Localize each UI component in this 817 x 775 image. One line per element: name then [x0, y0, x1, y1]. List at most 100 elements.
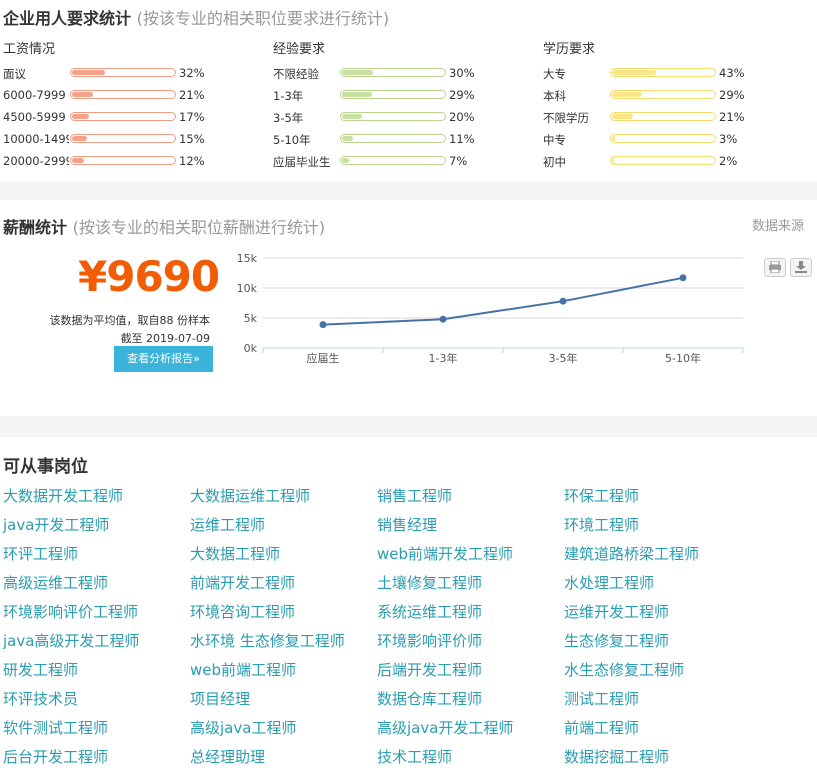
- requirement-percent: 20%: [449, 110, 475, 124]
- requirement-column: 学历要求 大专 43% 本科 29% 不限学历 21% 中专 3% 初中 2%: [543, 38, 803, 174]
- job-link[interactable]: 环评技术员: [3, 688, 190, 717]
- requirement-bar-fill: [342, 92, 372, 97]
- job-link[interactable]: 高级java工程师: [190, 717, 377, 746]
- job-link[interactable]: 数据挖掘工程师: [564, 746, 751, 775]
- requirement-percent: 11%: [449, 132, 475, 146]
- job-link[interactable]: 环评工程师: [3, 543, 190, 572]
- requirement-label: 面议: [3, 67, 26, 81]
- requirement-bar: [340, 156, 446, 165]
- requirement-row: 不限学历 21%: [543, 108, 803, 130]
- requirement-label: 中专: [543, 133, 566, 147]
- requirement-percent: 21%: [179, 88, 205, 102]
- requirement-column-header: 学历要求: [543, 42, 596, 57]
- job-link[interactable]: 数据仓库工程师: [377, 688, 564, 717]
- job-link[interactable]: 大数据开发工程师: [3, 485, 190, 514]
- requirement-percent: 12%: [179, 154, 205, 168]
- job-link[interactable]: 水环境 生态修复工程师: [190, 630, 377, 659]
- requirements-title-text: 企业用人要求统计: [3, 9, 132, 28]
- salary-data-point: [319, 321, 327, 329]
- download-icon[interactable]: [790, 258, 812, 277]
- requirement-bar: [610, 156, 716, 165]
- job-link[interactable]: 销售工程师: [377, 485, 564, 514]
- requirement-label: 3-5年: [273, 111, 304, 125]
- job-link[interactable]: 大数据运维工程师: [190, 485, 377, 514]
- data-source-link[interactable]: 数据来源: [752, 215, 804, 234]
- requirements-subtitle: (按该专业的相关职位要求进行统计): [136, 9, 390, 28]
- job-link[interactable]: 研发工程师: [3, 659, 190, 688]
- requirement-bar: [70, 134, 176, 143]
- job-link[interactable]: 土壤修复工程师: [377, 572, 564, 601]
- requirements-section: 企业用人要求统计 (按该专业的相关职位要求进行统计) 工资情况 面议 32% 6000…: [0, 0, 817, 181]
- section-divider: [0, 181, 817, 200]
- requirement-label: 应届毕业生: [273, 155, 331, 169]
- job-link[interactable]: 销售经理: [377, 514, 564, 543]
- requirement-percent: 29%: [719, 88, 745, 102]
- job-link[interactable]: 生态修复工程师: [564, 630, 751, 659]
- requirement-row: 1-3年 29%: [273, 86, 533, 108]
- requirement-percent: 29%: [449, 88, 475, 102]
- job-link[interactable]: 高级java开发工程师: [377, 717, 564, 746]
- requirement-row: 5-10年 11%: [273, 130, 533, 152]
- section-divider-2: [0, 416, 817, 437]
- salary-data-point: [439, 315, 447, 323]
- requirement-bar-fill: [72, 92, 94, 97]
- requirement-row: 不限经验 30%: [273, 64, 533, 86]
- view-report-button[interactable]: 查看分析报告»: [114, 346, 213, 372]
- job-link[interactable]: 大数据工程师: [190, 543, 377, 572]
- requirement-percent: 30%: [449, 66, 475, 80]
- job-link[interactable]: 环境影响评价师: [377, 630, 564, 659]
- requirement-label: 初中: [543, 155, 566, 169]
- job-link[interactable]: 总经理助理: [190, 746, 377, 775]
- job-link[interactable]: 项目经理: [190, 688, 377, 717]
- job-link[interactable]: 水生态修复工程师: [564, 659, 751, 688]
- jobs-grid: 大数据开发工程师 大数据运维工程师 销售工程师 环保工程师 java开发工程师 运维工程师…: [3, 485, 815, 775]
- job-link[interactable]: 运维开发工程师: [564, 601, 751, 630]
- requirement-bar: [70, 112, 176, 121]
- requirement-label: 20000-29999: [3, 154, 69, 168]
- y-tick-label: 15k: [237, 252, 258, 265]
- job-link[interactable]: 环保工程师: [564, 485, 751, 514]
- job-link[interactable]: 前端开发工程师: [190, 572, 377, 601]
- requirement-bar-fill: [72, 158, 85, 163]
- job-link[interactable]: 水处理工程师: [564, 572, 751, 601]
- job-link[interactable]: 后端开发工程师: [377, 659, 564, 688]
- jobs-section: 可从事岗位 大数据开发工程师 大数据运维工程师 销售工程师 环保工程师 java开发工程…: [0, 437, 817, 772]
- requirement-row: 10000-14999 15%: [3, 130, 263, 152]
- average-salary: ¥9690: [78, 252, 220, 301]
- requirement-column-header: 经验要求: [273, 42, 326, 57]
- job-link[interactable]: 运维工程师: [190, 514, 377, 543]
- requirement-bar: [340, 68, 446, 77]
- requirements-title: 企业用人要求统计 (按该专业的相关职位要求进行统计): [3, 5, 389, 29]
- job-link[interactable]: java开发工程师: [3, 514, 190, 543]
- requirement-bar: [610, 134, 716, 143]
- job-link[interactable]: 建筑道路桥梁工程师: [564, 543, 751, 572]
- salary-line-chart: 0k 5k 10k 15k 应届生 1-3年 3-5年 5-10年: [237, 252, 744, 365]
- job-link[interactable]: 测试工程师: [564, 688, 751, 717]
- requirement-bar-fill: [342, 136, 354, 141]
- job-link[interactable]: 环境影响评价工程师: [3, 601, 190, 630]
- job-link[interactable]: 前端工程师: [564, 717, 751, 746]
- requirement-bar-fill: [612, 158, 615, 163]
- job-link[interactable]: 环境工程师: [564, 514, 751, 543]
- job-link[interactable]: java高级开发工程师: [3, 630, 190, 659]
- requirement-row: 4500-5999 17%: [3, 108, 263, 130]
- job-link[interactable]: 系统运维工程师: [377, 601, 564, 630]
- job-link[interactable]: web前端工程师: [190, 659, 377, 688]
- requirement-label: 10000-14999: [3, 132, 69, 146]
- job-link[interactable]: 后台开发工程师: [3, 746, 190, 775]
- requirement-bar: [70, 68, 176, 77]
- salary-section: 薪酬统计 (按该专业的相关职位薪酬进行统计) 数据来源 ¥9690 该数据为平均…: [0, 200, 817, 416]
- y-tick-label: 0k: [244, 342, 258, 355]
- print-icon[interactable]: [764, 258, 786, 277]
- requirement-row: 面议 32%: [3, 64, 263, 86]
- job-link[interactable]: 环境咨询工程师: [190, 601, 377, 630]
- requirement-percent: 43%: [719, 66, 745, 80]
- job-link[interactable]: 高级运维工程师: [3, 572, 190, 601]
- job-link[interactable]: web前端开发工程师: [377, 543, 564, 572]
- requirement-bar-fill: [342, 158, 350, 163]
- date-note: 截至 2019-07-09: [120, 332, 210, 345]
- requirement-label: 本科: [543, 89, 566, 103]
- job-link[interactable]: 软件测试工程师: [3, 717, 190, 746]
- requirement-bar-fill: [612, 136, 616, 141]
- job-link[interactable]: 技术工程师: [377, 746, 564, 775]
